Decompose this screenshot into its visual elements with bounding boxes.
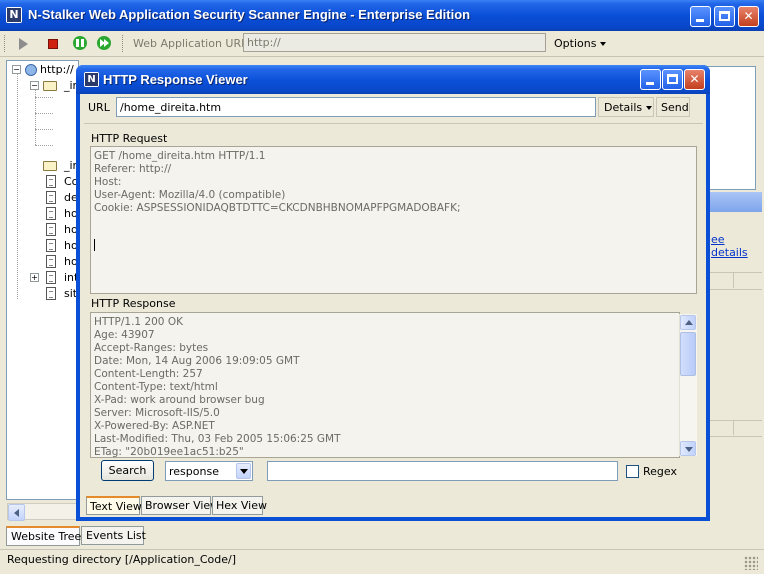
file-icon [46,191,56,204]
pause-button[interactable] [70,34,90,53]
divider [84,123,703,124]
grid-divider [733,272,734,288]
chevron-down-icon [646,106,653,110]
right-info-panel [705,66,756,190]
status-text: Requesting directory [/Application_Code/… [7,553,237,566]
close-icon: ✕ [743,9,754,23]
stop-button[interactable] [43,34,63,53]
resize-grip-icon[interactable] [744,556,758,570]
close-icon: ✕ [689,72,700,86]
dialog-close-button[interactable]: ✕ [684,69,705,90]
dialog-logo-icon: N [84,72,99,87]
window-title: N-Stalker Web Application Security Scann… [28,7,471,22]
collapse-icon[interactable]: − [30,81,39,90]
options-label: Options [554,37,597,50]
send-button[interactable]: Send [656,97,690,117]
dropdown-button[interactable] [236,463,251,479]
text-caret [94,239,95,251]
search-scope-select[interactable]: response [165,461,253,481]
app-logo-icon: N [6,7,22,23]
tab-events-list[interactable]: Events List [81,526,146,545]
http-response-label: HTTP Response [91,297,176,310]
dialog-minimize-button[interactable] [640,69,661,90]
website-tree[interactable]: − http:// − _ir _ir Co de ho ho ho ho + … [6,60,79,500]
details-button[interactable]: Details [598,97,654,117]
folder-open-icon [43,81,57,91]
fast-forward-icon [97,36,111,50]
dialog-maximize-button[interactable] [662,69,683,90]
play-icon [19,38,28,50]
dialog-url-input[interactable]: /home_direita.htm [116,97,596,117]
see-details-link[interactable]: ee details [711,233,764,259]
toolbar-grip-2[interactable] [122,35,126,52]
arrow-down-icon [685,447,693,452]
response-vertical-scrollbar[interactable] [679,314,697,456]
collapse-icon[interactable]: − [12,65,21,74]
close-button[interactable]: ✕ [738,6,759,27]
start-button[interactable] [13,34,33,53]
maximize-button[interactable] [714,6,735,27]
search-button[interactable]: Search [101,460,154,481]
web-app-url-input[interactable]: http:// [243,33,546,52]
dialog-logo-letter: N [85,73,98,86]
http-request-label: HTTP Request [91,132,168,145]
minimize-icon [696,19,704,22]
file-icon [46,175,56,188]
tab-website-tree[interactable]: Website Tree [6,526,81,546]
dialog-title: HTTP Response Viewer [103,72,248,87]
stop-icon [48,39,58,49]
tab-text-view[interactable]: Text View [86,496,142,515]
maximize-icon [719,11,730,21]
resume-button[interactable] [94,34,114,53]
regex-label: Regex [643,465,677,478]
file-icon [46,271,56,284]
http-request-textarea[interactable]: GET /home_direita.htm HTTP/1.1 Referer: … [90,146,697,294]
folder-icon [43,161,57,171]
scroll-down-button[interactable] [680,441,696,456]
regex-checkbox[interactable] [626,465,639,478]
search-scope-value: response [169,465,219,478]
file-icon [46,239,56,252]
file-icon [46,223,56,236]
toolbar-grip[interactable] [4,35,8,52]
tree-horizontal-scrollbar[interactable] [7,503,78,521]
dialog-url-label: URL [88,101,110,114]
file-icon [46,255,56,268]
expand-icon[interactable]: + [30,273,39,282]
maximize-icon [667,74,678,84]
globe-icon [25,64,37,76]
tree-root-label: http:// [40,63,74,76]
arrow-left-icon [14,509,19,517]
chevron-down-icon [240,469,248,474]
file-icon [46,207,56,220]
minimize-button[interactable] [690,6,711,27]
details-label: Details [604,101,643,114]
minimize-icon [646,82,654,85]
file-icon [46,287,56,300]
scroll-thumb[interactable] [680,332,696,376]
pause-icon [73,36,87,50]
app-logo-letter: N [7,8,21,22]
scroll-left-button[interactable] [8,504,25,521]
options-menu[interactable]: Options [554,37,607,50]
tab-browser-view[interactable]: Browser View [141,496,219,515]
grid-divider-2 [733,420,734,435]
url-label: Web Application URL : [133,37,255,50]
arrow-up-icon [685,320,693,325]
tab-hex-view[interactable]: Hex View [212,496,267,515]
search-input[interactable] [267,461,618,481]
scroll-up-button[interactable] [680,315,696,330]
chevron-down-icon [600,42,607,46]
right-panel-header [705,192,762,212]
http-response-textarea[interactable]: HTTP/1.1 200 OK Age: 43907 Accept-Ranges… [90,312,680,458]
